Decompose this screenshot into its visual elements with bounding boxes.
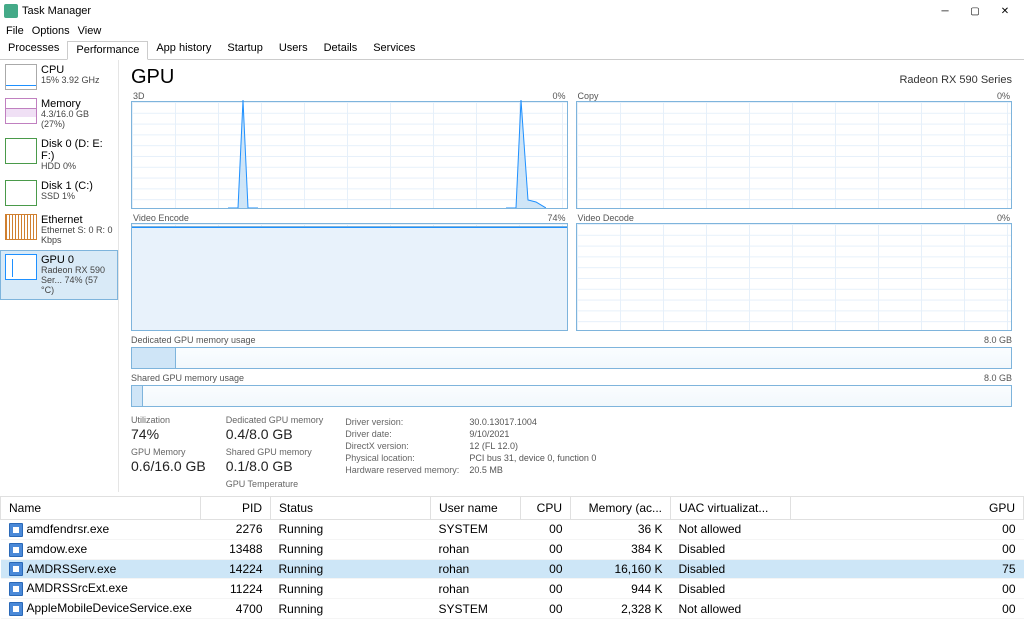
- label-shared-mem: Shared GPU memory usage: [131, 373, 244, 383]
- graph-label-3d[interactable]: 3D: [133, 91, 145, 101]
- col-uac[interactable]: UAC virtualizat...: [671, 497, 791, 520]
- col-user[interactable]: User name: [431, 497, 521, 520]
- process-icon: [9, 602, 23, 616]
- spike-icon: [228, 100, 258, 208]
- process-icon: [9, 523, 23, 537]
- tab-users[interactable]: Users: [271, 40, 316, 59]
- process-icon: [9, 562, 23, 576]
- menubar: File Options View: [0, 22, 1024, 40]
- graph-3d[interactable]: [131, 101, 568, 209]
- table-row[interactable]: AppleMobileDeviceService.exe4700RunningS…: [1, 599, 1024, 619]
- memory-thumb-icon: [5, 98, 37, 124]
- cpu-thumb-icon: [5, 64, 37, 90]
- label-dedicated-mem: Dedicated GPU memory usage: [131, 335, 256, 345]
- col-status[interactable]: Status: [271, 497, 431, 520]
- sidebar-item-cpu[interactable]: CPU15% 3.92 GHz: [0, 60, 118, 94]
- gpu-info-table: Driver version:30.0.13017.1004 Driver da…: [343, 415, 598, 477]
- sidebar-item-ethernet[interactable]: EthernetEthernet S: 0 R: 0 Kbps: [0, 210, 118, 250]
- stat-gpu-memory: 0.6/16.0 GB: [131, 458, 206, 474]
- window-title: Task Manager: [22, 5, 91, 17]
- table-row[interactable]: amdow.exe13488Runningrohan00384 KDisable…: [1, 539, 1024, 559]
- graph-copy[interactable]: [576, 101, 1013, 209]
- menu-options[interactable]: Options: [32, 25, 70, 37]
- gpu-thumb-icon: [5, 254, 37, 280]
- details-table: Name PID Status User name CPU Memory (ac…: [0, 496, 1024, 619]
- close-button[interactable]: ✕: [990, 1, 1020, 21]
- sidebar-item-disk0[interactable]: Disk 0 (D: E: F:)HDD 0%: [0, 134, 118, 176]
- graph-video-encode[interactable]: [131, 223, 568, 331]
- app-icon: [4, 4, 18, 18]
- graph-label-video-encode[interactable]: Video Encode: [133, 213, 189, 223]
- stat-shared: 0.1/8.0 GB: [226, 458, 324, 474]
- maximize-button[interactable]: ▢: [960, 1, 990, 21]
- dedicated-mem-bar[interactable]: [131, 347, 1012, 369]
- titlebar: Task Manager ─ ▢ ✕: [0, 0, 1024, 22]
- table-row[interactable]: AMDRSServ.exe14224Runningrohan0016,160 K…: [1, 559, 1024, 579]
- tab-startup[interactable]: Startup: [219, 40, 270, 59]
- col-cpu[interactable]: CPU: [521, 497, 571, 520]
- gpu-name: Radeon RX 590 Series: [899, 74, 1012, 86]
- graph-video-decode[interactable]: [576, 223, 1013, 331]
- sidebar-item-gpu0[interactable]: GPU 0Radeon RX 590 Ser... 74% (57 °C): [0, 250, 118, 300]
- graph-label-copy[interactable]: Copy: [578, 91, 599, 101]
- page-title: GPU: [131, 66, 174, 89]
- graph-label-video-decode[interactable]: Video Decode: [578, 213, 634, 223]
- table-row[interactable]: AMDRSSrcExt.exe11224Runningrohan00944 KD…: [1, 579, 1024, 599]
- tab-processes[interactable]: Processes: [0, 40, 67, 59]
- col-gpu[interactable]: GPU: [791, 497, 1024, 520]
- sidebar-item-disk1[interactable]: Disk 1 (C:)SSD 1%: [0, 176, 118, 210]
- col-name[interactable]: Name: [1, 497, 201, 520]
- tab-details[interactable]: Details: [316, 40, 366, 59]
- process-icon: [9, 543, 23, 557]
- tab-strip: Processes Performance App history Startu…: [0, 40, 1024, 60]
- stat-dedicated: 0.4/8.0 GB: [226, 426, 324, 442]
- minimize-button[interactable]: ─: [930, 1, 960, 21]
- tab-app-history[interactable]: App history: [148, 40, 219, 59]
- menu-view[interactable]: View: [78, 25, 102, 37]
- tab-performance[interactable]: Performance: [67, 41, 148, 60]
- disk-thumb-icon: [5, 180, 37, 206]
- spike-icon: [506, 100, 546, 208]
- table-row[interactable]: amdfendrsr.exe2276RunningSYSTEM0036 KNot…: [1, 520, 1024, 540]
- col-memory[interactable]: Memory (ac...: [571, 497, 671, 520]
- tab-services[interactable]: Services: [365, 40, 423, 59]
- perf-sidebar: CPU15% 3.92 GHz Memory4.3/16.0 GB (27%) …: [0, 60, 119, 492]
- stat-temperature: 57 °C: [226, 490, 324, 492]
- ethernet-thumb-icon: [5, 214, 37, 240]
- stat-utilization: 74%: [131, 426, 206, 442]
- col-pid[interactable]: PID: [201, 497, 271, 520]
- perf-main: GPU Radeon RX 590 Series 3D0% Copy0% Vid…: [119, 60, 1024, 492]
- process-icon: [9, 582, 23, 596]
- shared-mem-bar[interactable]: [131, 385, 1012, 407]
- sidebar-item-memory[interactable]: Memory4.3/16.0 GB (27%): [0, 94, 118, 134]
- menu-file[interactable]: File: [6, 25, 24, 37]
- disk-thumb-icon: [5, 138, 37, 164]
